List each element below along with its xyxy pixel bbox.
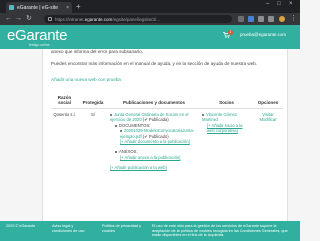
add-publication-link[interactable]: [+ Añadir publicación a la web] <box>110 165 167 170</box>
sites-table: Razón social Protegida Publicaciones y d… <box>51 93 283 174</box>
partner-link[interactable]: Vincente Gómez Martínez <box>202 112 237 122</box>
url-text: https://intranet.egarante.com/egsite/pan… <box>55 16 160 22</box>
bullet-icon <box>202 113 204 116</box>
visit-link[interactable]: Visitar <box>262 112 274 117</box>
col-header-protected: Protegida <box>78 93 108 109</box>
bullet-icon <box>115 124 117 127</box>
footer-legal-link[interactable]: Aviso legal y condiciones de uso <box>52 224 94 233</box>
site-tagline: testigo online <box>29 43 50 47</box>
tab-close-icon[interactable]: × <box>66 5 69 11</box>
options-cell: Visitar Modificar <box>253 109 283 174</box>
footer-privacy-link[interactable]: Política de privacidad y cookies <box>102 224 144 233</box>
tab-title: eGarante | eG-site <box>17 4 59 11</box>
table-row: Qosento s.l. Sí Junta General Ordinaria … <box>51 109 283 174</box>
col-header-options: Opciones <box>253 93 283 109</box>
publication-status: (✔ Publicada) <box>142 117 169 123</box>
bullet-icon <box>120 130 122 133</box>
add-document-link[interactable]: [+ Añadir documento a la publicación] <box>120 139 190 144</box>
col-header-publications: Publicaciones y documentos <box>108 93 200 109</box>
address-bar[interactable]: https://intranet.egarante.com/egsite/pan… <box>44 15 232 23</box>
site-header: eGarante testigo online 1 prueba@egarant… <box>0 25 300 49</box>
footer-about-text: El uso de este sitio para la gestión de … <box>152 224 288 237</box>
col-header-partners: Socios <box>200 93 253 109</box>
protected-value: Sí <box>91 112 95 117</box>
maximize-button[interactable]: □ <box>277 1 281 7</box>
extension-icon[interactable] <box>248 16 254 22</box>
cart-count-badge: 1 <box>228 30 233 35</box>
extension-icon[interactable] <box>258 16 264 22</box>
back-icon[interactable]: ← <box>5 15 12 23</box>
star-icon[interactable] <box>238 16 244 22</box>
bullet-icon <box>115 151 117 154</box>
site-footer: 2020 © eGarante Aviso legal y condicione… <box>0 221 300 241</box>
browser-toolbar: ← → ↻ https://intranet.egarante.com/egsi… <box>0 13 300 25</box>
menu-icon[interactable]: ⋮ <box>290 15 297 23</box>
footer-copyright: 2020 © eGarante <box>6 224 36 228</box>
annexes-label: ANEXOS: <box>119 149 138 155</box>
add-site-link[interactable]: Añadir una nueva web con prueba <box>51 77 121 82</box>
add-partner-link[interactable]: [+ Añadir socio a la web corporativa] <box>207 123 243 133</box>
lock-icon <box>48 17 52 21</box>
profile-avatar[interactable] <box>279 16 285 22</box>
add-annex-link[interactable]: [+ Añadir anexo a la publicación] <box>120 155 180 160</box>
documents-label: DOCUMENTOS: <box>119 122 151 128</box>
document-status: (✔ Publicado) <box>142 133 169 139</box>
browser-tab-bar: eGarante | eG-site × + – □ × <box>0 0 300 13</box>
company-name: Qosento s.l. <box>53 112 76 117</box>
col-header-company: Razón social <box>51 93 78 109</box>
user-email[interactable]: prueba@egarante.com <box>240 32 286 37</box>
publications-cell: Junta General Ordinaria de Socios en el … <box>108 109 200 174</box>
close-window-button[interactable]: × <box>289 1 293 7</box>
new-tab-button[interactable]: + <box>76 2 81 11</box>
forward-icon[interactable]: → <box>15 15 22 23</box>
help-text: Puedes encontrar más información en el m… <box>51 61 258 66</box>
bullet-icon <box>110 113 112 116</box>
favicon-icon <box>9 5 14 10</box>
reload-icon[interactable]: ↻ <box>26 15 32 23</box>
browser-tab[interactable]: eGarante | eG-site × <box>6 2 72 13</box>
main-content: anexo que informa del error para subsana… <box>42 49 288 221</box>
extension-icon[interactable] <box>268 16 274 22</box>
intro-text: anexo que informa del error para subsana… <box>51 49 143 54</box>
edit-link[interactable]: Modificar <box>260 117 277 122</box>
partners-cell: Vincente Gómez Martínez [+ Añadir socio … <box>200 109 253 174</box>
minimize-button[interactable]: – <box>266 1 269 7</box>
site-logo[interactable]: eGarante <box>7 28 67 44</box>
